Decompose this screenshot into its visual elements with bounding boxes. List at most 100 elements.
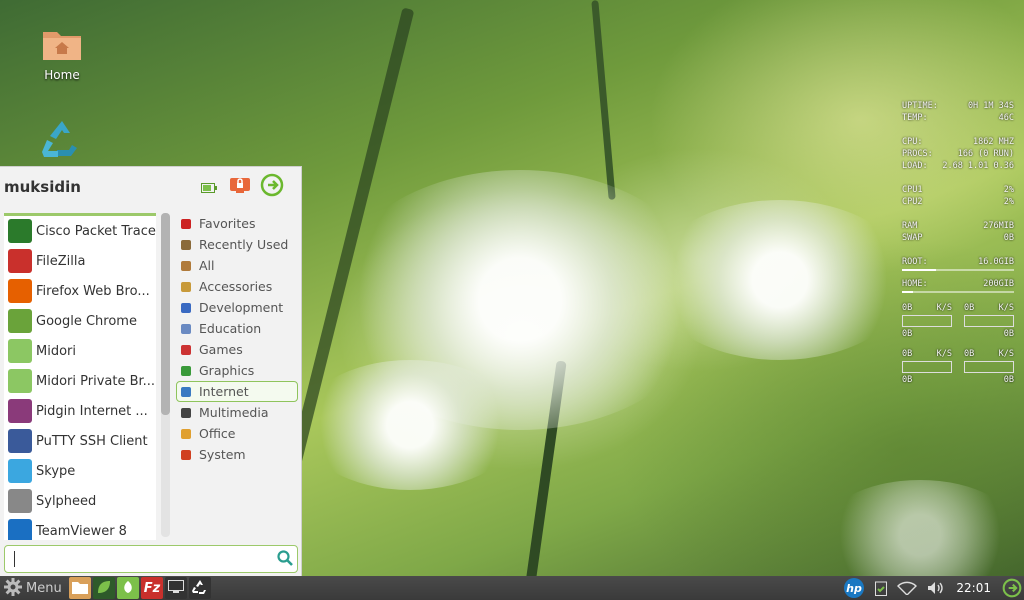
network-graph: [902, 315, 952, 327]
cpu2-value: 2%: [1003, 197, 1014, 207]
all-icon: [179, 259, 193, 273]
clock[interactable]: 22:01: [956, 581, 991, 595]
putty-icon: [8, 429, 32, 453]
temp-value: 46C: [998, 113, 1014, 123]
power-icon[interactable]: [1002, 578, 1022, 598]
brush-icon: [179, 364, 193, 378]
app-item[interactable]: Pidgin Internet ...: [4, 396, 156, 426]
application-menu: muksidin Cisco Packet Tracer FileZilla Fir…: [0, 166, 302, 577]
lock-icon: [230, 176, 250, 198]
app-item[interactable]: PuTTY SSH Client: [4, 426, 156, 456]
monitor-icon: [168, 579, 184, 597]
category-label: All: [199, 258, 215, 273]
midori-icon: [120, 579, 136, 598]
bookmark-icon: [179, 217, 193, 231]
accessories-icon: [179, 280, 193, 294]
app-item[interactable]: Midori Private Br...: [4, 366, 156, 396]
launch-terminal[interactable]: [165, 577, 187, 599]
recycle-icon: [41, 118, 83, 157]
category-all[interactable]: All: [176, 255, 298, 276]
root-value: 16.0GIB: [978, 257, 1014, 267]
cpu1-value: 2%: [1003, 185, 1014, 195]
category-graphics[interactable]: Graphics: [176, 360, 298, 381]
desktop-icon-label: Home: [44, 68, 80, 82]
load-value: 2.68 1.01 0.36: [942, 161, 1014, 171]
app-item[interactable]: TeamViewer 8: [4, 516, 156, 540]
sylpheed-icon: [8, 489, 32, 513]
category-favorites[interactable]: Favorites: [176, 213, 298, 234]
system-monitor: UPTIME: 0H 1M 34S TEMP: 46C CPU: 1862 MHZ P…: [902, 101, 1014, 385]
volume-icon[interactable]: [927, 581, 945, 595]
midori-icon: [8, 339, 32, 363]
folder-icon: [41, 26, 83, 62]
launch-midori[interactable]: [117, 577, 139, 599]
launch-file-manager[interactable]: [69, 577, 91, 599]
home-value: 200GIB: [983, 279, 1014, 289]
category-label: Development: [199, 300, 284, 315]
desktop-icon-trash[interactable]: [22, 118, 102, 160]
category-multimedia[interactable]: Multimedia: [176, 402, 298, 423]
app-item-label: Skype: [36, 463, 76, 479]
battery-icon: [201, 178, 217, 197]
midori-private-icon: [8, 369, 32, 393]
wrench-icon: [179, 301, 193, 315]
app-item[interactable]: Sylpheed: [4, 486, 156, 516]
category-list: Favorites Recently Used All Accessories Deve…: [176, 213, 298, 465]
network-graph: [902, 361, 952, 373]
category-education[interactable]: Education: [176, 318, 298, 339]
app-item[interactable]: Skype: [4, 456, 156, 486]
clipboard-icon[interactable]: [875, 580, 888, 596]
menu-button[interactable]: Menu: [0, 576, 66, 600]
app-item-label: Pidgin Internet ...: [36, 403, 148, 419]
app-item[interactable]: Cisco Packet Tracer: [4, 216, 156, 246]
swap-value: 0B: [1003, 233, 1014, 243]
app-item-label: PuTTY SSH Client: [36, 433, 148, 449]
wallpaper-flower: [820, 480, 1020, 590]
category-label: Accessories: [199, 279, 273, 294]
app-item[interactable]: Google Chrome: [4, 306, 156, 336]
procs-value: 166 (0 RUN): [957, 149, 1014, 159]
app-item[interactable]: FileZilla: [4, 246, 156, 276]
category-recently-used[interactable]: Recently Used: [176, 234, 298, 255]
category-accessories[interactable]: Accessories: [176, 276, 298, 297]
app-item[interactable]: Midori: [4, 336, 156, 366]
wallpaper-flower: [300, 360, 520, 490]
app-item-label: Google Chrome: [36, 313, 137, 329]
category-development[interactable]: Development: [176, 297, 298, 318]
user-name: muksidin: [4, 178, 81, 196]
category-label: Recently Used: [199, 237, 289, 252]
wifi-icon[interactable]: [897, 581, 918, 595]
category-label: Multimedia: [199, 405, 269, 420]
category-label: Games: [199, 342, 243, 357]
hp-icon[interactable]: hp: [843, 577, 865, 599]
gamepad-icon: [179, 343, 193, 357]
wallpaper-flower: [650, 200, 910, 360]
category-system[interactable]: System: [176, 444, 298, 465]
chrome-icon: [8, 309, 32, 333]
system-tray: hp 22:01: [838, 576, 1024, 600]
app-item[interactable]: Firefox Web Bro...: [4, 276, 156, 306]
launch-filezilla[interactable]: Fz: [141, 577, 163, 599]
search-input[interactable]: [11, 546, 270, 572]
search-box[interactable]: [4, 545, 298, 573]
launch-trash[interactable]: [189, 577, 211, 599]
pidgin-icon: [8, 399, 32, 423]
network-block: 0B K/S 0B 0B K/S 0B: [902, 349, 1014, 385]
application-list-scrollbar[interactable]: [161, 213, 170, 537]
category-internet[interactable]: Internet: [176, 381, 298, 402]
category-office[interactable]: Office: [176, 423, 298, 444]
power-icon: [260, 173, 284, 201]
desktop-icon-home[interactable]: Home: [22, 26, 102, 82]
home-usage-bar: [902, 291, 1014, 293]
ram-value: 276MIB: [983, 221, 1014, 231]
category-games[interactable]: Games: [176, 339, 298, 360]
category-label: Internet: [199, 384, 249, 399]
lock-screen-button-battery[interactable]: [200, 176, 218, 198]
launch-leaf[interactable]: [93, 577, 115, 599]
logout-button[interactable]: [259, 173, 285, 201]
lock-screen-button[interactable]: [229, 176, 251, 198]
network-block: 0B K/S 0B 0B K/S 0B: [902, 303, 1014, 339]
category-label: System: [199, 447, 246, 462]
search-icon[interactable]: [277, 550, 293, 570]
category-label: Education: [199, 321, 262, 336]
